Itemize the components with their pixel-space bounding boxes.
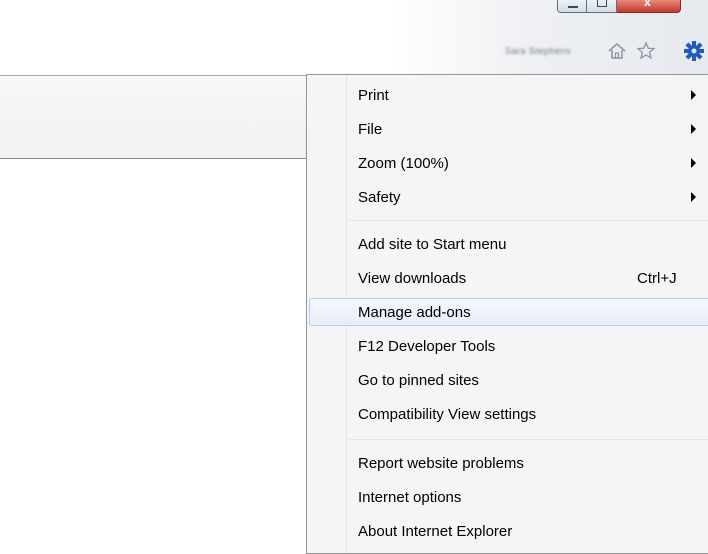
submenu-arrow-icon	[691, 90, 696, 100]
menu-item-label: Add site to Start menu	[358, 236, 507, 253]
menu-item-report-website-problems[interactable]: Report website problems	[309, 449, 708, 477]
menu-item-add-site-to-start[interactable]: Add site to Start menu	[309, 230, 708, 258]
home-icon[interactable]	[606, 40, 628, 62]
minimize-button[interactable]	[557, 0, 587, 13]
submenu-arrow-icon	[691, 192, 696, 202]
menu-separator	[349, 439, 708, 440]
window-caption-buttons	[557, 0, 681, 14]
menu-item-label: Manage add-ons	[358, 304, 471, 321]
menu-item-label: Safety	[358, 189, 401, 206]
menu-item-shortcut: Ctrl+J	[637, 270, 677, 287]
menu-item-label: Print	[358, 87, 389, 104]
menu-item-label: View downloads	[358, 270, 467, 287]
submenu-arrow-icon	[691, 124, 696, 134]
maximize-button[interactable]	[587, 0, 617, 13]
menu-item-f12-developer-tools[interactable]: F12 Developer Tools	[309, 332, 708, 360]
menu-item-compatibility-view-settings[interactable]: Compatibility View settings	[309, 400, 708, 428]
command-bar-area	[0, 76, 306, 159]
menu-item-label: About Internet Explorer	[358, 523, 513, 540]
menu-item-print[interactable]: Print	[309, 81, 708, 109]
menu-item-label: F12 Developer Tools	[358, 338, 496, 355]
tools-gear-icon[interactable]	[683, 40, 705, 62]
close-button[interactable]	[617, 0, 681, 13]
menu-item-go-to-pinned-sites[interactable]: Go to pinned sites	[309, 366, 708, 394]
tools-menu: Print File Zoom (100%) Safety Add site t…	[306, 74, 708, 554]
favorites-star-icon[interactable]	[635, 40, 657, 62]
menu-item-label: Compatibility View settings	[358, 406, 537, 423]
menu-item-safety[interactable]: Safety	[309, 183, 708, 211]
menu-item-label: Internet options	[358, 489, 462, 506]
menu-separator	[349, 220, 708, 221]
menu-item-label: Go to pinned sites	[358, 372, 479, 389]
user-name: Sara Stephens	[505, 46, 572, 56]
menu-item-manage-add-ons[interactable]: Manage add-ons	[309, 298, 708, 326]
submenu-arrow-icon	[691, 158, 696, 168]
menu-item-label: Zoom (100%)	[358, 155, 449, 172]
menu-item-file[interactable]: File	[309, 115, 708, 143]
menu-item-label: File	[358, 121, 383, 138]
menu-item-label: Report website problems	[358, 455, 524, 472]
menu-item-internet-options[interactable]: Internet options	[309, 483, 708, 511]
menu-item-zoom[interactable]: Zoom (100%)	[309, 149, 708, 177]
menu-item-about-internet-explorer[interactable]: About Internet Explorer	[309, 517, 708, 545]
menu-item-view-downloads[interactable]: View downloads Ctrl+J	[309, 264, 708, 292]
